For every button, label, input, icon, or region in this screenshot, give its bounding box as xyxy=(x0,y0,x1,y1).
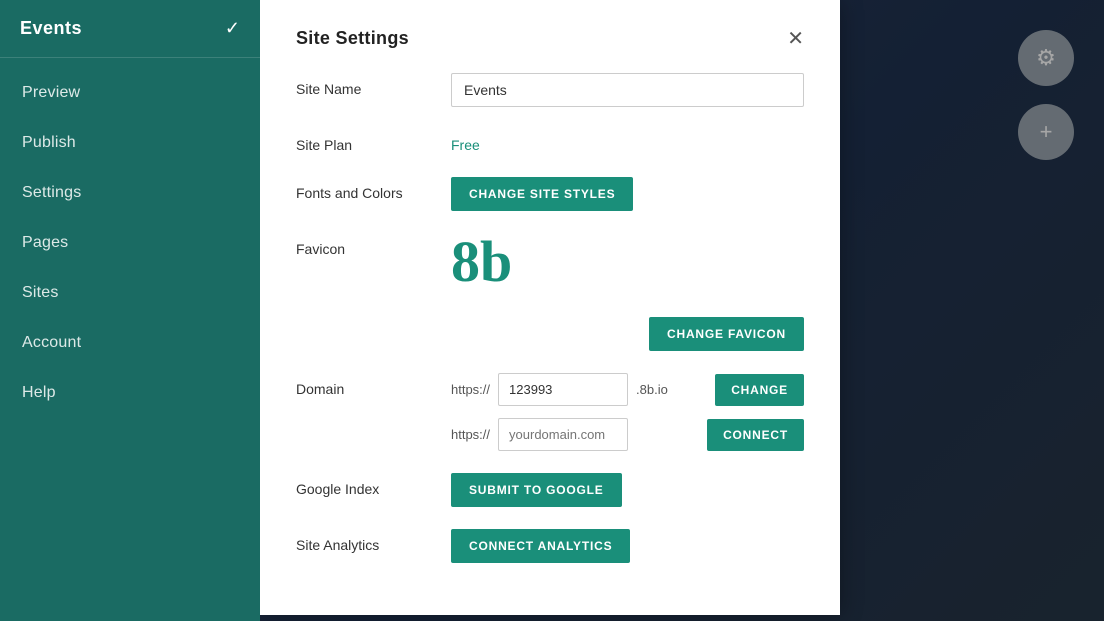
favicon-btn-row: CHANGE FAVICON xyxy=(451,309,804,351)
site-analytics-row: Site Analytics CONNECT ANALYTICS xyxy=(296,529,804,563)
submit-google-button[interactable]: SUBMIT TO GOOGLE xyxy=(451,473,622,507)
sidebar-item-sites[interactable]: Sites xyxy=(0,268,260,318)
domain-custom-input[interactable] xyxy=(498,418,628,451)
sidebar-item-pages[interactable]: Pages xyxy=(0,218,260,268)
domain-prefix: https:// xyxy=(451,382,490,397)
sidebar-item-help[interactable]: Help xyxy=(0,368,260,418)
domain-suffix: .8b.io xyxy=(636,382,668,397)
sidebar: Events ✓ Preview Publish Settings Pages … xyxy=(0,0,260,621)
site-name-row: Site Name xyxy=(296,73,804,107)
check-icon: ✓ xyxy=(225,18,240,39)
modal-header: Site Settings ✕ xyxy=(296,28,804,49)
domain-row: Domain https:// .8b.io CHANGE https:// C… xyxy=(296,373,804,451)
fonts-colors-row: Fonts and Colors CHANGE SITE STYLES xyxy=(296,177,804,211)
site-name-label: Site Name xyxy=(296,73,451,97)
fonts-colors-control: CHANGE SITE STYLES xyxy=(451,177,804,211)
site-name-input[interactable] xyxy=(451,73,804,107)
change-styles-button[interactable]: CHANGE SITE STYLES xyxy=(451,177,633,211)
favicon-row: Favicon 8b CHANGE FAVICON xyxy=(296,233,804,351)
fonts-colors-label: Fonts and Colors xyxy=(296,177,451,201)
site-name-control xyxy=(451,73,804,107)
site-plan-control: Free xyxy=(451,129,804,155)
site-plan-label: Site Plan xyxy=(296,129,451,153)
favicon-label: Favicon xyxy=(296,233,451,257)
site-settings-modal: Site Settings ✕ Site Name Site Plan Free… xyxy=(260,0,840,615)
favicon-display: 8b xyxy=(451,233,804,291)
connect-analytics-button[interactable]: CONNECT ANALYTICS xyxy=(451,529,630,563)
sidebar-item-publish[interactable]: Publish xyxy=(0,118,260,168)
sidebar-item-preview[interactable]: Preview xyxy=(0,68,260,118)
sidebar-nav: Preview Publish Settings Pages Sites Acc… xyxy=(0,58,260,418)
google-index-row: Google Index SUBMIT TO GOOGLE xyxy=(296,473,804,507)
sidebar-title: Events xyxy=(20,18,82,39)
domain-line-custom: https:// CONNECT xyxy=(451,418,804,451)
main-area: ⚙ + Site Settings ✕ Site Name Site Plan xyxy=(260,0,1104,621)
site-analytics-label: Site Analytics xyxy=(296,529,451,553)
sidebar-item-settings[interactable]: Settings xyxy=(0,168,260,218)
domain-label: Domain xyxy=(296,373,451,397)
domain-change-button[interactable]: CHANGE xyxy=(715,374,804,406)
site-analytics-control: CONNECT ANALYTICS xyxy=(451,529,804,563)
sidebar-header: Events ✓ xyxy=(0,0,260,58)
sidebar-item-account[interactable]: Account xyxy=(0,318,260,368)
site-plan-row: Site Plan Free xyxy=(296,129,804,155)
domain-line-8b: https:// .8b.io CHANGE xyxy=(451,373,804,406)
google-index-label: Google Index xyxy=(296,473,451,497)
google-index-control: SUBMIT TO GOOGLE xyxy=(451,473,804,507)
modal-close-button[interactable]: ✕ xyxy=(787,29,804,49)
favicon-area: 8b CHANGE FAVICON xyxy=(451,233,804,351)
domain-inputs: https:// .8b.io CHANGE https:// CONNECT xyxy=(451,373,804,451)
change-favicon-button[interactable]: CHANGE FAVICON xyxy=(649,317,804,351)
site-plan-link[interactable]: Free xyxy=(451,129,480,153)
favicon-content: 8b CHANGE FAVICON xyxy=(451,233,804,351)
domain-custom-prefix: https:// xyxy=(451,427,490,442)
modal-overlay: Site Settings ✕ Site Name Site Plan Free… xyxy=(260,0,1104,621)
domain-value-input[interactable] xyxy=(498,373,628,406)
domain-connect-button[interactable]: CONNECT xyxy=(707,419,804,451)
modal-title: Site Settings xyxy=(296,28,409,49)
